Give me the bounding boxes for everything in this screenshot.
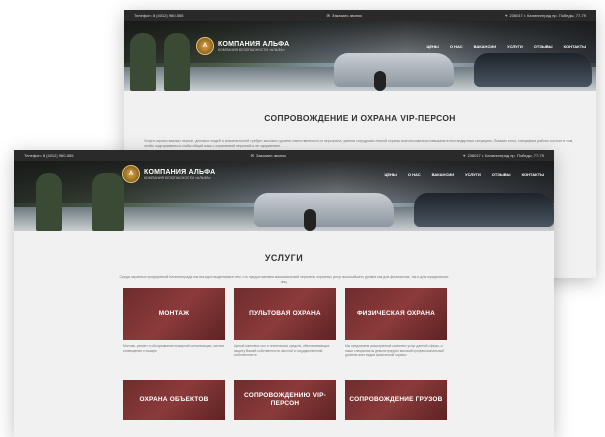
callback-link[interactable]: ✉ Заказать звонок (251, 153, 286, 158)
site-header: A КОМПАНИЯ АЛЬФА КОМПАНИЯ БЕЗОПАСНОСТИ «… (124, 33, 596, 59)
hero-banner: A КОМПАНИЯ АЛЬФА КОМПАНИЯ БЕЗОПАСНОСТИ «… (14, 161, 554, 231)
top-bar: Телефон: 8 (4012) 960-555 ✉ Заказать звон… (124, 10, 596, 21)
phone-text[interactable]: Телефон: 8 (4012) 960-555 (134, 13, 184, 18)
callback-label: Заказать звонок (332, 13, 363, 18)
vip-section: СОПРОВОЖДЕНИЕ И ОХРАНА VIP-ПЕРСОН Услуга… (124, 91, 596, 149)
site-header: A КОМПАНИЯ АЛЬФА КОМПАНИЯ БЕЗОПАСНОСТИ «… (14, 161, 554, 187)
front-window: Телефон: 8 (4012) 960-555 ✉ Заказать звон… (14, 150, 554, 437)
service-desc-mounting: Монтаж, ремонт и обслуживание пожарной с… (123, 344, 224, 353)
phone-icon: ✉ (326, 13, 331, 18)
nav-item-contacts[interactable]: КОНТАКТЫ (564, 44, 586, 49)
nav-item-reviews[interactable]: ОТЗЫВЫ (492, 172, 511, 177)
pin-icon: ⌖ (463, 153, 466, 158)
page-title: УСЛУГИ (264, 253, 304, 263)
brand-subtitle: КОМПАНИЯ БЕЗОПАСНОСТИ «АЛЬФА» (218, 47, 285, 52)
shield-logo-icon: A (196, 37, 214, 55)
page-title: СОПРОВОЖДЕНИЕ И ОХРАНА VIP-ПЕРСОН (264, 113, 456, 123)
main-nav: ЦЕНЫ О НАС ВАКАНСИИ УСЛУГИ ОТЗЫВЫ КОНТАК… (384, 172, 544, 177)
address-text: ⌖ 236017 г. Калининград пр. Победы, 77-79 (463, 153, 544, 158)
service-card-object-security[interactable]: ОХРАНА ОБЪЕКТОВ (123, 380, 225, 420)
top-bar: Телефон: 8 (4012) 960-555 ✉ Заказать звон… (14, 150, 554, 161)
brand[interactable]: A КОМПАНИЯ АЛЬФА КОМПАНИЯ БЕЗОПАСНОСТИ «… (196, 37, 289, 55)
service-card-remote-security[interactable]: ПУЛЬТОВАЯ ОХРАНА (234, 288, 336, 340)
services-section: УСЛУГИ Среди охранных предприятий Калини… (14, 231, 554, 285)
nav-item-vacancies[interactable]: ВАКАНСИИ (474, 44, 496, 49)
brand-subtitle: КОМПАНИЯ БЕЗОПАСНОСТИ «АЛЬФА» (144, 175, 211, 180)
main-nav: ЦЕНЫ О НАС ВАКАНСИИ УСЛУГИ ОТЗЫВЫ КОНТАК… (426, 44, 586, 49)
nav-item-prices[interactable]: ЦЕНЫ (384, 172, 396, 177)
service-desc-physical-security: Мы предлагаем расширенный комплекс услуг… (345, 344, 444, 358)
brand-title: КОМПАНИЯ АЛЬФА (218, 40, 290, 48)
shield-logo-icon: A (122, 165, 140, 183)
nav-item-reviews[interactable]: ОТЗЫВЫ (534, 44, 553, 49)
phone-text[interactable]: Телефон: 8 (4012) 960-555 (24, 153, 74, 158)
callback-link[interactable]: ✉ Заказать звонок (327, 13, 362, 18)
pin-icon: ⌖ (505, 13, 508, 18)
nav-item-prices[interactable]: ЦЕНЫ (426, 44, 438, 49)
section-paragraph: Услуга охраны важных персон, деловых люд… (144, 139, 574, 148)
nav-item-contacts[interactable]: КОНТАКТЫ (522, 172, 544, 177)
service-card-physical-security[interactable]: ФИЗИЧЕСКАЯ ОХРАНА (345, 288, 447, 340)
collage: Телефон: 8 (4012) 960-555 ✉ Заказать звон… (0, 0, 605, 437)
service-card-vip-escort[interactable]: СОПРОВОЖДЕНИЮ VIP-ПЕРСОН (234, 380, 336, 420)
service-card-cargo-escort[interactable]: СОПРОВОЖДЕНИЕ ГРУЗОВ (345, 380, 447, 420)
service-desc-remote-security: Целый комплекс сил и технических средств… (234, 344, 330, 358)
nav-item-about[interactable]: О НАС (450, 44, 463, 49)
phone-icon: ✉ (250, 153, 255, 158)
nav-item-vacancies[interactable]: ВАКАНСИИ (432, 172, 454, 177)
address-label: 236017 г. Калининград пр. Победы, 77-79 (509, 13, 586, 18)
service-card-mounting[interactable]: МОНТАЖ (123, 288, 225, 340)
nav-item-services[interactable]: УСЛУГИ (507, 44, 523, 49)
brand-title: КОМПАНИЯ АЛЬФА (144, 168, 216, 176)
callback-label: Заказать звонок (256, 153, 287, 158)
address-label: 236017 г. Калининград пр. Победы, 77-79 (467, 153, 544, 158)
brand[interactable]: A КОМПАНИЯ АЛЬФА КОМПАНИЯ БЕЗОПАСНОСТИ «… (122, 165, 215, 183)
address-text: ⌖ 236017 г. Калининград пр. Победы, 77-79 (505, 13, 586, 18)
nav-item-services[interactable]: УСЛУГИ (465, 172, 481, 177)
nav-item-about[interactable]: О НАС (408, 172, 421, 177)
hero-banner: A КОМПАНИЯ АЛЬФА КОМПАНИЯ БЕЗОПАСНОСТИ «… (124, 21, 596, 91)
services-intro: Среди охранных предприятий Калининграда … (119, 275, 449, 284)
